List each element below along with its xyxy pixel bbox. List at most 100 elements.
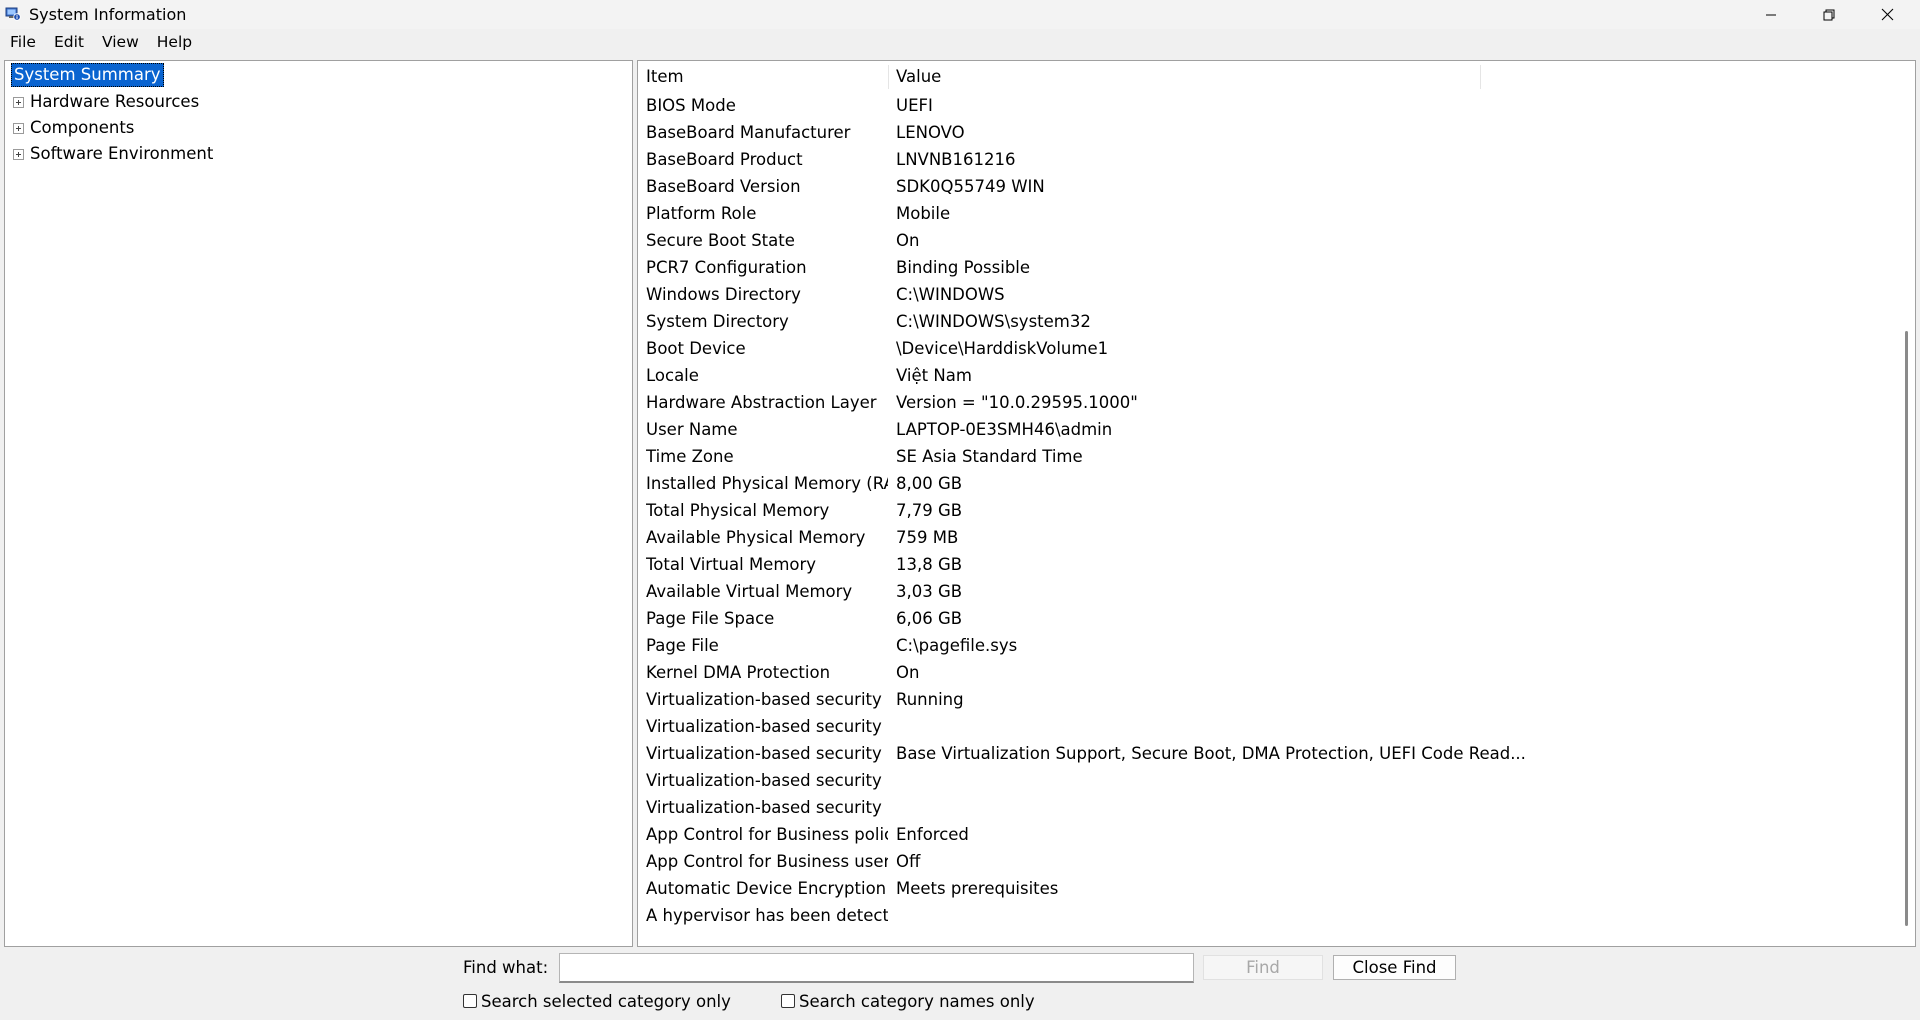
row-item-cell: Virtualization-based security: [646, 690, 882, 709]
table-row[interactable]: PCR7 Configuration Binding Possible: [638, 254, 1915, 281]
menu-edit[interactable]: Edit: [45, 29, 93, 55]
row-value-cell: C:\pagefile.sys: [896, 636, 1018, 655]
close-find-button[interactable]: Close Find: [1333, 955, 1456, 980]
table-row[interactable]: Virtualization-based security S...: [638, 767, 1915, 794]
row-item-cell: Platform Role: [646, 204, 757, 223]
table-row[interactable]: Secure Boot State On: [638, 227, 1915, 254]
table-row[interactable]: App Control for Business policy Enforced: [638, 821, 1915, 848]
vertical-scrollbar[interactable]: [1897, 61, 1915, 946]
checkbox-box[interactable]: [781, 994, 795, 1008]
table-row[interactable]: BaseBoard Manufacturer LENOVO: [638, 119, 1915, 146]
row-item-cell: Page File Space: [646, 609, 775, 628]
row-value-cell: On: [896, 663, 920, 682]
table-row[interactable]: Boot Device \Device\HarddiskVolume1: [638, 335, 1915, 362]
tree-item-system-summary[interactable]: System Summary: [11, 63, 164, 87]
column-header-value[interactable]: Value: [888, 61, 1480, 92]
row-item-cell: Virtualization-based security S...: [646, 771, 888, 790]
search-category-names-checkbox[interactable]: Search category names only: [781, 990, 1035, 1012]
title-bar[interactable]: System Information: [0, 0, 1920, 29]
checkbox-label: Search category names only: [799, 991, 1035, 1011]
find-what-input[interactable]: [559, 953, 1194, 983]
row-item-cell: BaseBoard Manufacturer: [646, 123, 851, 142]
tree-label: Components: [30, 118, 135, 137]
table-row[interactable]: Windows Directory C:\WINDOWS: [638, 281, 1915, 308]
table-row[interactable]: Total Virtual Memory 13,8 GB: [638, 551, 1915, 578]
table-row[interactable]: App Control for Business user ... Off: [638, 848, 1915, 875]
details-list[interactable]: Item Value BIOS Mode UEFI BaseBoard Manufa…: [637, 60, 1916, 947]
table-row[interactable]: Virtualization-based security S...: [638, 794, 1915, 821]
table-row[interactable]: Locale Việt Nam: [638, 362, 1915, 389]
row-item-cell: Automatic Device Encryption ...: [646, 879, 888, 898]
menu-view[interactable]: View: [93, 29, 148, 55]
search-selected-category-checkbox[interactable]: Search selected category only: [463, 990, 731, 1012]
find-button[interactable]: Find: [1203, 955, 1323, 980]
scrollbar-thumb[interactable]: [1905, 331, 1908, 926]
row-value-cell: LAPTOP-0E3SMH46\admin: [896, 420, 1113, 439]
row-value-cell: LNVNB161216: [896, 150, 1016, 169]
table-row[interactable]: Page File C:\pagefile.sys: [638, 632, 1915, 659]
row-value-cell: 7,79 GB: [896, 501, 963, 520]
column-header-item[interactable]: Item: [638, 61, 888, 92]
table-row[interactable]: Virtualization-based security ... Base Vi…: [638, 740, 1915, 767]
table-row[interactable]: BaseBoard Version SDK0Q55749 WIN: [638, 173, 1915, 200]
table-row[interactable]: Hardware Abstraction Layer Version = "10.…: [638, 389, 1915, 416]
table-row[interactable]: Virtualization-based security ...: [638, 713, 1915, 740]
find-what-label: Find what:: [463, 958, 549, 977]
table-row[interactable]: Time Zone SE Asia Standard Time: [638, 443, 1915, 470]
system-info-icon: [5, 6, 21, 22]
close-icon: [1881, 8, 1893, 21]
table-row[interactable]: Virtualization-based security Running: [638, 686, 1915, 713]
row-value-cell: Enforced: [896, 825, 969, 844]
table-row[interactable]: Total Physical Memory 7,79 GB: [638, 497, 1915, 524]
row-item-cell: Virtualization-based security ...: [646, 717, 888, 736]
row-value-cell: C:\WINDOWS: [896, 285, 1005, 304]
table-row[interactable]: User Name LAPTOP-0E3SMH46\admin: [638, 416, 1915, 443]
row-value-cell: SE Asia Standard Time: [896, 447, 1083, 466]
category-tree[interactable]: System Summary Hardware Resources Compon…: [4, 60, 633, 947]
row-item-cell: Virtualization-based security S...: [646, 798, 888, 817]
table-row[interactable]: BIOS Mode UEFI: [638, 92, 1915, 119]
expand-plus-icon[interactable]: [13, 149, 24, 160]
table-row[interactable]: BaseBoard Product LNVNB161216: [638, 146, 1915, 173]
row-item-cell: User Name: [646, 420, 738, 439]
restore-icon: [1823, 9, 1835, 20]
close-button[interactable]: [1858, 0, 1916, 29]
row-item-cell: BaseBoard Version: [646, 177, 801, 196]
restore-button[interactable]: [1800, 0, 1858, 29]
expand-plus-icon[interactable]: [13, 97, 24, 108]
expand-plus-icon[interactable]: [13, 123, 24, 134]
row-item-cell: Virtualization-based security ...: [646, 744, 888, 763]
row-value-cell: Binding Possible: [896, 258, 1031, 277]
table-row[interactable]: Kernel DMA Protection On: [638, 659, 1915, 686]
row-item-cell: Total Physical Memory: [646, 501, 830, 520]
row-value-cell: 3,03 GB: [896, 582, 963, 601]
row-value-cell: 8,00 GB: [896, 474, 963, 493]
row-value-cell: SDK0Q55749 WIN: [896, 177, 1045, 196]
column-divider[interactable]: [1480, 65, 1481, 89]
tree-label: Hardware Resources: [30, 92, 200, 111]
table-row[interactable]: Automatic Device Encryption ... Meets pre…: [638, 875, 1915, 902]
table-row[interactable]: Installed Physical Memory (RA... 8,00 GB: [638, 470, 1915, 497]
table-row[interactable]: Available Virtual Memory 3,03 GB: [638, 578, 1915, 605]
tree-label: Software Environment: [30, 144, 214, 163]
menu-help[interactable]: Help: [148, 29, 201, 55]
row-value-cell: C:\WINDOWS\system32: [896, 312, 1091, 331]
minimize-button[interactable]: [1742, 0, 1800, 29]
window-title: System Information: [29, 5, 187, 24]
row-item-cell: Available Physical Memory: [646, 528, 866, 547]
row-value-cell: \Device\HarddiskVolume1: [896, 339, 1109, 358]
checkbox-box[interactable]: [463, 994, 477, 1008]
row-value-cell: 13,8 GB: [896, 555, 963, 574]
table-row[interactable]: Available Physical Memory 759 MB: [638, 524, 1915, 551]
checkbox-label: Search selected category only: [481, 991, 731, 1011]
row-item-cell: Secure Boot State: [646, 231, 795, 250]
table-row[interactable]: Page File Space 6,06 GB: [638, 605, 1915, 632]
menu-file[interactable]: File: [0, 29, 45, 55]
row-item-cell: A hypervisor has been detecte...: [646, 906, 888, 925]
table-row[interactable]: Platform Role Mobile: [638, 200, 1915, 227]
table-row[interactable]: System Directory C:\WINDOWS\system32: [638, 308, 1915, 335]
table-row[interactable]: A hypervisor has been detecte...: [638, 902, 1915, 929]
row-value-cell: Off: [896, 852, 921, 871]
list-rows: BIOS Mode UEFI BaseBoard Manufacturer LENOV…: [638, 92, 1915, 929]
row-item-cell: System Directory: [646, 312, 789, 331]
